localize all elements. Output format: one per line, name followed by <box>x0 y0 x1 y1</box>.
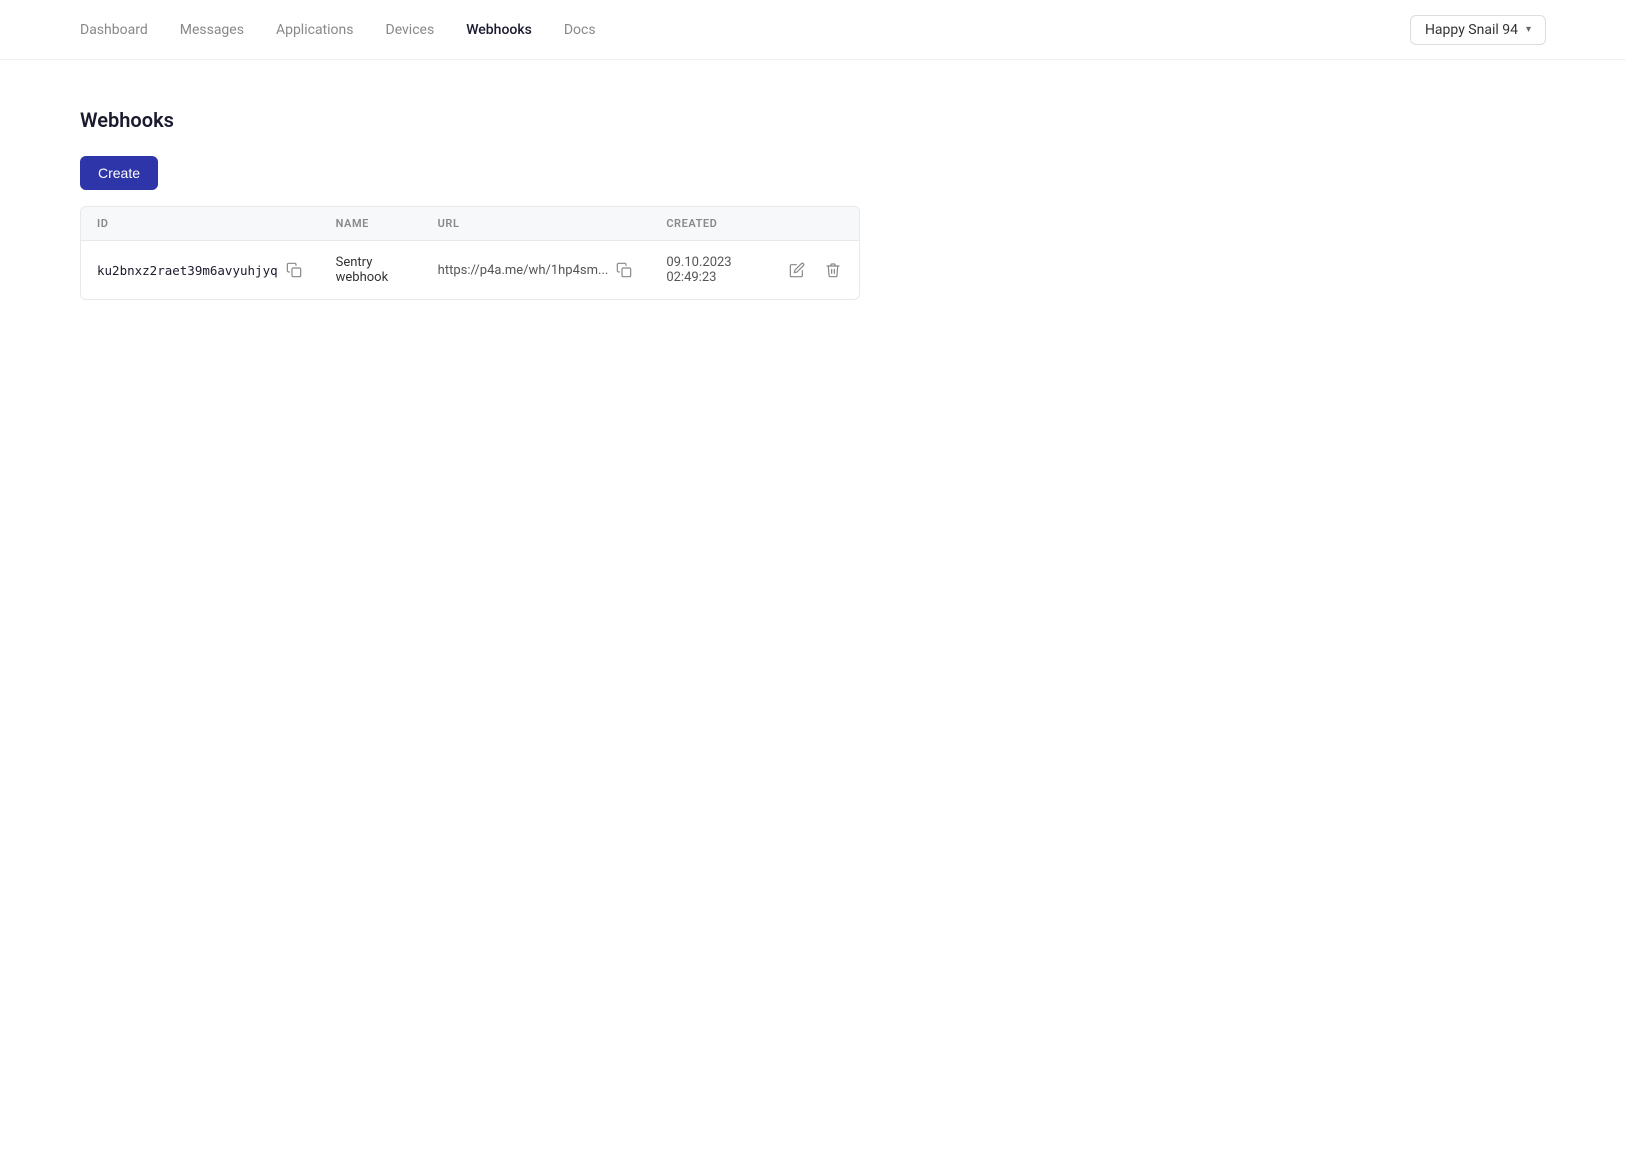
nav-webhooks[interactable]: Webhooks <box>466 18 532 42</box>
url-wrapper: https://p4a.me/wh/1hp4sm... <box>438 260 635 280</box>
copy-url-button[interactable] <box>614 260 634 280</box>
copy-url-icon <box>616 262 632 278</box>
nav-dashboard[interactable]: Dashboard <box>80 18 148 42</box>
webhook-actions-cell <box>771 241 859 300</box>
webhook-url-cell: https://p4a.me/wh/1hp4sm... <box>422 241 651 300</box>
col-actions <box>771 207 859 241</box>
nav-links: Dashboard Messages Applications Devices … <box>80 18 596 42</box>
col-id: ID <box>81 207 320 241</box>
col-url: URL <box>422 207 651 241</box>
webhook-url: https://p4a.me/wh/1hp4sm... <box>438 263 609 278</box>
copy-icon <box>286 262 302 278</box>
table-header: ID NAME URL CREATED <box>81 207 859 241</box>
webhook-name-cell: Sentry webhook <box>320 241 422 300</box>
webhook-id-cell: ku2bnxz2raet39m6avyuhjyq <box>81 241 320 300</box>
webhooks-table-container: ID NAME URL CREATED ku2bnxz2raet39m6avyu… <box>80 206 860 300</box>
nav-messages[interactable]: Messages <box>180 18 244 42</box>
copy-id-button[interactable] <box>284 260 304 280</box>
chevron-down-icon: ▾ <box>1526 24 1531 35</box>
webhook-name: Sentry webhook <box>336 255 389 285</box>
create-button[interactable]: Create <box>80 156 158 190</box>
user-menu[interactable]: Happy Snail 94 ▾ <box>1410 15 1546 45</box>
webhook-created: 09.10.2023 02:49:23 <box>666 255 731 285</box>
page-title: Webhooks <box>80 108 1546 132</box>
nav-devices[interactable]: Devices <box>386 18 435 42</box>
main-content: Webhooks Create ID NAME URL CREATED ku2b… <box>0 60 1626 348</box>
table-row: ku2bnxz2raet39m6avyuhjyq Sentry webhook <box>81 241 859 300</box>
webhook-created-cell: 09.10.2023 02:49:23 <box>650 241 771 300</box>
col-name: NAME <box>320 207 422 241</box>
webhooks-table: ID NAME URL CREATED ku2bnxz2raet39m6avyu… <box>81 207 859 299</box>
nav-docs[interactable]: Docs <box>564 18 596 42</box>
webhook-id: ku2bnxz2raet39m6avyuhjyq <box>97 263 278 278</box>
col-created: CREATED <box>650 207 771 241</box>
nav-applications[interactable]: Applications <box>276 18 354 42</box>
navbar: Dashboard Messages Applications Devices … <box>0 0 1626 60</box>
delete-button[interactable] <box>823 260 843 280</box>
edit-icon <box>789 262 805 278</box>
id-wrapper: ku2bnxz2raet39m6avyuhjyq <box>97 260 304 280</box>
edit-button[interactable] <box>787 260 807 280</box>
trash-icon <box>825 262 841 278</box>
action-icons <box>787 260 843 280</box>
create-button-label: Create <box>98 165 140 181</box>
table-body: ku2bnxz2raet39m6avyuhjyq Sentry webhook <box>81 241 859 300</box>
user-name: Happy Snail 94 <box>1425 22 1518 38</box>
